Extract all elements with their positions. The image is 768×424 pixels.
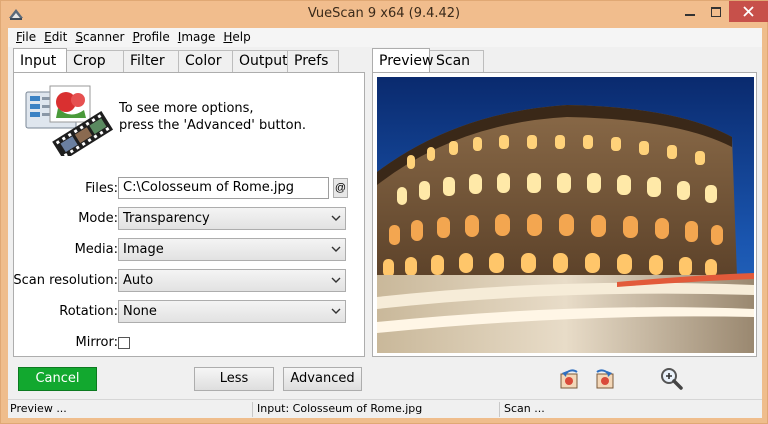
files-input[interactable]: C:\Colosseum of Rome.jpg [118,177,329,199]
less-button[interactable]: Less [194,367,274,391]
window-title: VueScan 9 x64 (9.4.42) [307,6,461,21]
mode-select[interactable]: Transparency [118,207,346,230]
media-value: Image [123,242,164,257]
menu-file[interactable]: File [12,28,40,47]
resolution-label: Scan resolution: [13,273,118,288]
chevron-down-icon [331,277,341,283]
status-preview: Preview ... [10,402,67,415]
tab-preview[interactable]: Preview [372,48,434,72]
rotation-row: Rotation: None [14,300,366,324]
mirror-checkbox[interactable] [118,337,130,349]
mode-label: Mode: [78,211,118,226]
mode-row: Mode: Transparency [14,207,366,231]
close-button[interactable] [729,1,768,22]
title-bar: VueScan 9 x64 (9.4.42) [1,1,768,28]
menu-profile[interactable]: Profile [128,28,173,47]
tab-color[interactable]: Color [178,50,233,72]
files-row: Files: C:\Colosseum of Rome.jpg @ [14,177,366,201]
chevron-down-icon [331,246,341,252]
preview-tab-panel [372,72,757,357]
files-label: Files: [85,181,118,196]
media-label: Media: [74,242,118,257]
help-text-line2: press the 'Advanced' button. [119,118,306,133]
preview-image [377,77,754,353]
menu-scanner[interactable]: Scanner [71,28,128,47]
rotation-value: None [123,304,157,319]
cancel-button[interactable]: Cancel [18,367,97,391]
minimize-button[interactable] [676,1,703,22]
status-scan: Scan ... [504,402,545,415]
status-bar: Preview ... Input: Colosseum of Rome.jpg… [8,399,762,418]
menu-bar: File Edit Scanner Profile Image Help [8,28,762,47]
rotate-left-icon[interactable] [557,366,583,392]
app-window: VueScan 9 x64 (9.4.42) File Edit Scanner Pr… [0,0,768,424]
files-browse-button[interactable]: @ [333,178,348,198]
scanner-film-icon [25,85,114,156]
help-text-line1: To see more options, [119,101,254,116]
minimize-icon [684,13,695,16]
left-tabstrip: Input Crop Filter Color Output Prefs [13,48,339,72]
zoom-in-icon[interactable] [658,366,684,392]
tab-input[interactable]: Input [13,48,67,72]
media-select[interactable]: Image [118,238,346,261]
mirror-row: Mirror: [14,331,366,355]
menu-image[interactable]: Image [174,28,220,47]
rotation-select[interactable]: None [118,300,346,323]
close-icon [743,6,754,17]
advanced-button[interactable]: Advanced [283,367,362,391]
rotation-label: Rotation: [59,304,118,319]
tab-prefs[interactable]: Prefs [287,50,339,72]
status-separator [499,402,500,417]
help-text: To see more options, press the 'Advanced… [119,100,306,134]
tab-output[interactable]: Output [232,50,288,72]
chevron-down-icon [331,308,341,314]
input-tab-panel: To see more options, press the 'Advanced… [13,72,365,357]
resolution-row: Scan resolution: Auto [13,269,366,293]
maximize-icon [711,6,721,17]
chevron-down-icon [331,215,341,221]
right-tabstrip: Preview Scan [372,48,484,72]
menu-help[interactable]: Help [219,28,254,47]
status-separator [252,402,253,417]
tab-crop[interactable]: Crop [66,50,124,72]
resolution-value: Auto [123,273,154,288]
mode-value: Transparency [123,211,210,226]
tab-filter[interactable]: Filter [123,50,179,72]
media-row: Media: Image [14,238,366,262]
maximize-button[interactable] [703,1,729,22]
rotate-right-icon[interactable] [591,366,617,392]
resolution-select[interactable]: Auto [118,269,346,292]
client-area: File Edit Scanner Profile Image Help Input Cro… [8,28,762,418]
mirror-label: Mirror: [75,335,118,350]
tab-scan[interactable]: Scan [429,50,484,72]
menu-edit[interactable]: Edit [40,28,71,47]
status-input: Input: Colosseum of Rome.jpg [257,402,423,415]
